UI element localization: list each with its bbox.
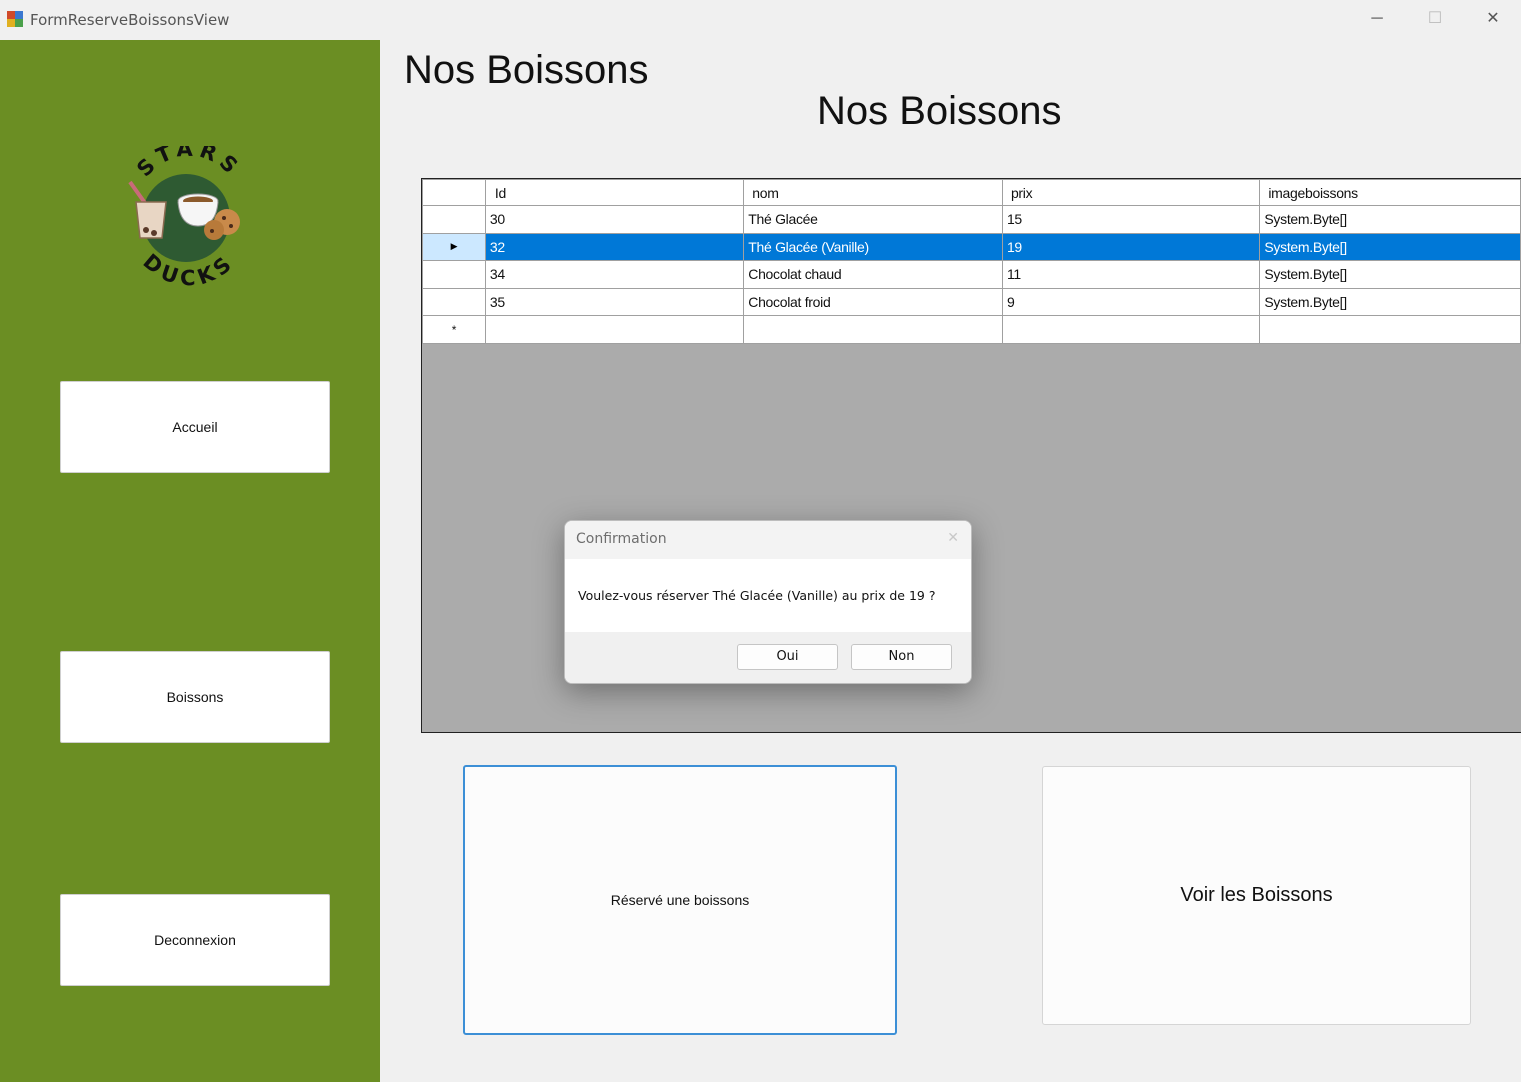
cell-prix[interactable] [1001,315,1261,344]
cell-image[interactable]: System.Byte[] [1259,260,1521,289]
form-icon [7,11,23,27]
grid-header-row: Id nom prix imageboissons [422,179,1521,206]
column-header-nom[interactable]: nom [743,179,1003,206]
deconnexion-button[interactable]: Deconnexion [60,894,330,986]
current-row-arrow-icon[interactable]: ▶ [422,232,486,262]
new-row[interactable]: * [422,315,1521,344]
table-row-selected[interactable]: ▶ 32 Thé Glacée (Vanille) 19 System.Byte… [422,232,1521,262]
cell-image[interactable]: System.Byte[] [1259,205,1521,234]
cell-image[interactable]: System.Byte[] [1259,232,1521,262]
view-drinks-button[interactable]: Voir les Boissons [1042,766,1471,1025]
minimize-button[interactable]: ─ [1348,0,1406,40]
cell-prix[interactable]: 9 [1001,287,1261,317]
cell-prix[interactable]: 11 [1001,260,1261,289]
cell-id[interactable]: 32 [484,232,745,262]
confirmation-dialog: Confirmation ✕ Voulez-vous réserver Thé … [564,520,972,684]
column-header-id[interactable]: Id [484,179,745,206]
dialog-title-bar: Confirmation ✕ [565,521,971,559]
row-header[interactable] [422,287,486,317]
table-row[interactable]: 35 Chocolat froid 9 System.Byte[] [422,287,1521,317]
row-header-corner [422,179,486,206]
cell-id[interactable]: 35 [484,287,745,317]
row-header[interactable] [422,260,486,289]
cell-image[interactable] [1259,315,1521,344]
reserve-drink-button[interactable]: Réservé une boissons [463,765,897,1035]
row-header[interactable] [422,205,486,234]
cell-nom[interactable]: Chocolat froid [743,287,1003,317]
grid-title: Nos Boissons [817,89,1062,133]
oui-button[interactable]: Oui [737,644,838,670]
dialog-button-bar: Oui Non [565,632,971,683]
page-title: Nos Boissons [404,48,649,92]
cell-id[interactable]: 30 [484,205,745,234]
cell-nom[interactable]: Chocolat chaud [743,260,1003,289]
cell-nom[interactable]: Thé Glacée (Vanille) [743,232,1003,262]
non-button[interactable]: Non [851,644,952,670]
cell-prix[interactable]: 19 [1001,232,1261,262]
column-header-imageboissons[interactable]: imageboissons [1259,179,1521,206]
accueil-button[interactable]: Accueil [60,381,330,473]
dialog-message: Voulez-vous réserver Thé Glacée (Vanille… [578,588,936,603]
table-row[interactable]: 30 Thé Glacée 15 System.Byte[] [422,205,1521,234]
cell-nom[interactable] [743,315,1003,344]
title-bar: FormReserveBoissonsView ─ ☐ ✕ [0,0,1521,40]
close-button[interactable]: ✕ [1464,0,1521,40]
new-row-asterisk-icon[interactable]: * [422,315,486,344]
cell-id[interactable] [484,315,745,344]
window-title: FormReserveBoissonsView [30,11,230,29]
cell-prix[interactable]: 15 [1001,205,1261,234]
stars-ducks-logo: STARS DUCKS [128,146,241,290]
dialog-title: Confirmation [576,531,667,547]
cell-nom[interactable]: Thé Glacée [743,205,1003,234]
sidebar: STARS DUCKS Accueil Boissons Deconnexion [0,40,380,1082]
boissons-button[interactable]: Boissons [60,651,330,743]
cell-image[interactable]: System.Byte[] [1259,287,1521,317]
table-row[interactable]: 34 Chocolat chaud 11 System.Byte[] [422,260,1521,289]
column-header-prix[interactable]: prix [1001,179,1261,206]
maximize-button[interactable]: ☐ [1406,0,1464,40]
dialog-close-icon[interactable]: ✕ [947,530,959,546]
cell-id[interactable]: 34 [484,260,745,289]
